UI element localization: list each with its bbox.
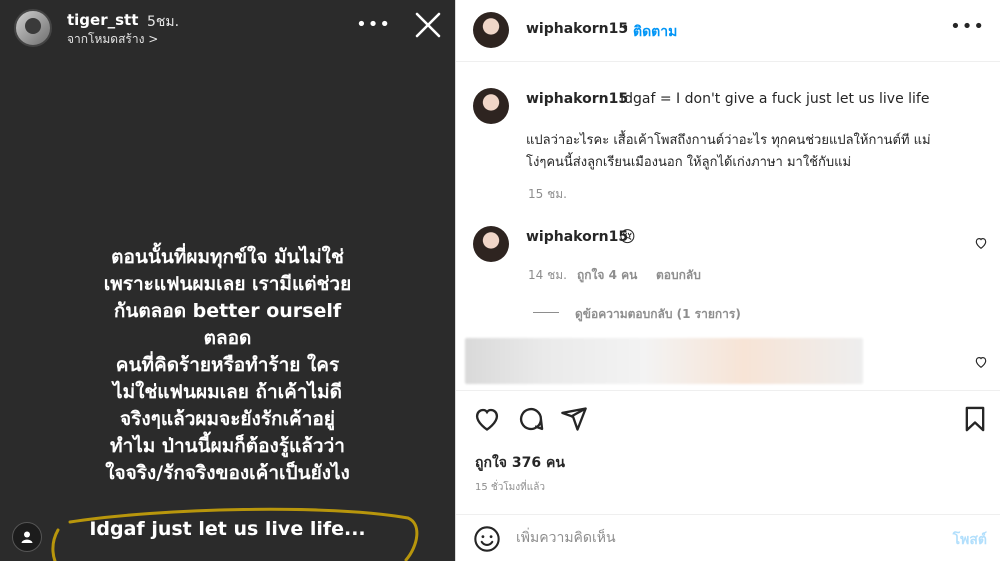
- story-subtitle-link[interactable]: จากโหมดสร้าง >: [67, 30, 158, 49]
- story-text-line: จริงๆแล้วผมจะยังรักเค้าอยู่: [120, 408, 335, 430]
- comment-heart-icon[interactable]: [974, 355, 988, 369]
- blurred-comment: [465, 338, 863, 384]
- view-replies-button[interactable]: ดูข้อความตอบกลับ (1 รายการ): [575, 305, 741, 324]
- story-text-line: ใจจริง/รักจริงของเค้าเป็นยังไง: [105, 462, 350, 484]
- follow-button[interactable]: ติดตาม: [633, 21, 677, 43]
- avatar[interactable]: [473, 88, 509, 124]
- story-avatar[interactable]: [14, 9, 52, 47]
- post-panel: wiphakorn15 • ติดตาม ••• wiphakorn15 Idg…: [455, 0, 1000, 561]
- comment-composer: โพสต์: [456, 514, 1000, 561]
- story-header: tiger_stt 5ชม. จากโหมดสร้าง > •••: [12, 8, 443, 48]
- story-text-line: คนที่คิดร้ายหรือทำร้าย ใคร: [115, 354, 340, 376]
- story-caption: Idgaf just let us live life...: [89, 518, 366, 540]
- post-more-button[interactable]: •••: [950, 16, 985, 37]
- story-text-line: ทำไม ป่านนี้ผมก็ต้องรู้แล้วว่า: [110, 435, 345, 457]
- post-header: wiphakorn15 • ติดตาม •••: [456, 0, 1000, 62]
- avatar[interactable]: [473, 12, 509, 48]
- post-comment-button[interactable]: โพสต์: [953, 529, 987, 551]
- comment-heart-icon[interactable]: [974, 236, 988, 250]
- story-text-block: ตอนนั้นที่ผมทุกข์ใจ มันไม่ใช่ เพราะแฟนผม…: [60, 244, 395, 487]
- caption-reply-line: แปลว่าอะไรคะ เสื้อเค้าโพสถึงกานต์ว่าอะไร…: [526, 133, 931, 148]
- bookmark-icon[interactable]: [961, 405, 989, 433]
- comment-emoji: 😢: [619, 227, 636, 246]
- replies-divider: [533, 312, 559, 313]
- comment-input[interactable]: [516, 527, 916, 549]
- separator-dot: •: [621, 20, 630, 36]
- story-text-line: กันตลอด better ourself: [113, 300, 342, 322]
- story-text-line: ไม่ใช่แฟนผมเลย ถ้าเค้าไม่ดี: [113, 381, 342, 403]
- story-panel: tiger_stt 5ชม. จากโหมดสร้าง > ••• ตอนนั้…: [0, 0, 455, 561]
- comment-likes[interactable]: ถูกใจ 4 คน: [577, 266, 637, 285]
- story-username[interactable]: tiger_stt: [67, 11, 138, 29]
- story-text-line: เพราะแฟนผมเลย เรามีแต่ช่วย: [103, 273, 352, 295]
- post-actions: ถูกใจ 376 คน 15 ชั่วโมงที่แล้ว: [456, 390, 1000, 510]
- avatar[interactable]: [473, 226, 509, 262]
- profile-icon[interactable]: [12, 522, 42, 552]
- comment-time[interactable]: 14 ชม.: [528, 266, 567, 285]
- posted-ago[interactable]: 15 ชั่วโมงที่แล้ว: [475, 480, 545, 495]
- comment-username[interactable]: wiphakorn15: [526, 229, 628, 245]
- story-text-line: ตลอด: [203, 327, 252, 349]
- caption-text: Idgaf = I don't give a fuck just let us …: [620, 91, 930, 107]
- story-text-line: ตอนนั้นที่ผมทุกข์ใจ มันไม่ใช่: [111, 246, 344, 268]
- share-icon[interactable]: [560, 405, 588, 433]
- screenshot-root: tiger_stt 5ชม. จากโหมดสร้าง > ••• ตอนนั้…: [0, 0, 1000, 561]
- post-username[interactable]: wiphakorn15: [526, 21, 628, 37]
- likes-count[interactable]: ถูกใจ 376 คน: [475, 452, 565, 474]
- caption-time[interactable]: 15 ชม.: [528, 185, 567, 204]
- caption-username[interactable]: wiphakorn15: [526, 91, 628, 107]
- emoji-icon[interactable]: [473, 525, 501, 553]
- story-more-button[interactable]: •••: [356, 14, 391, 35]
- comment-icon[interactable]: [517, 405, 545, 433]
- close-icon[interactable]: [413, 10, 443, 40]
- reply-button[interactable]: ตอบกลับ: [656, 266, 701, 285]
- caption-reply-line: โง่ๆคนนี้ส่งลูกเรียนเมืองนอก ให้ลูกได้เก…: [526, 155, 852, 170]
- heart-icon[interactable]: [473, 405, 501, 433]
